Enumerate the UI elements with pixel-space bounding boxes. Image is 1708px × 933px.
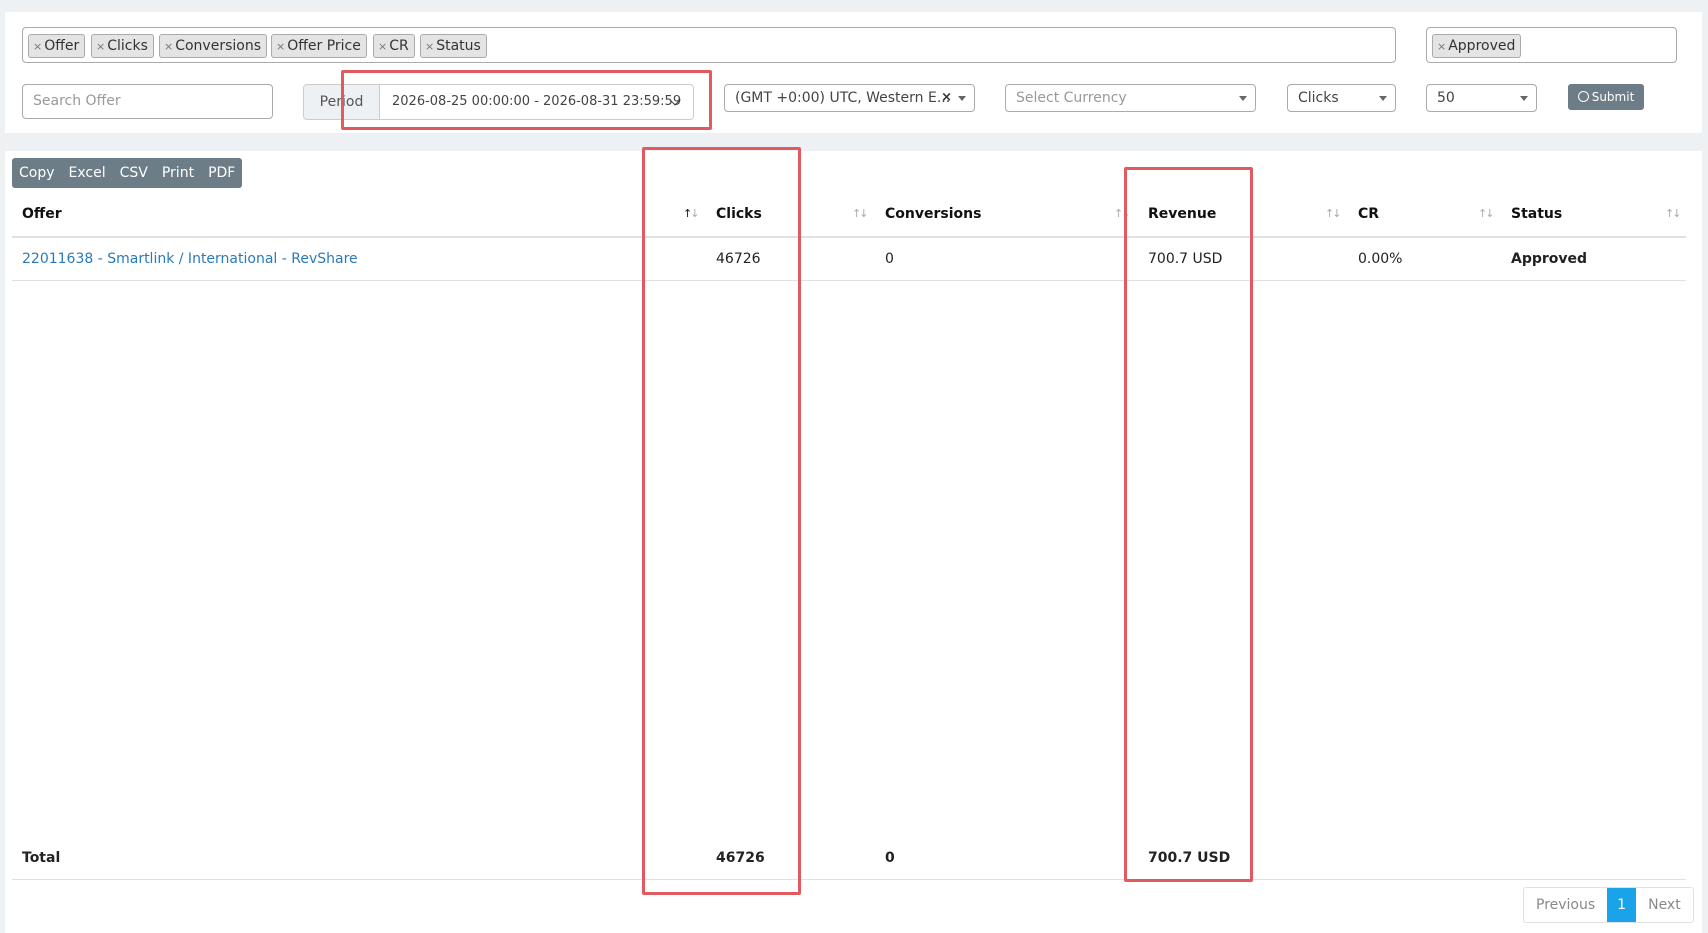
header-offer[interactable]: Offer (22, 206, 62, 222)
row-cr: 0.00% (1358, 251, 1403, 267)
page-1-button[interactable]: 1 (1607, 888, 1637, 922)
row-conversions: 0 (885, 251, 894, 267)
row-divider (12, 280, 1686, 281)
sort-icon[interactable]: ↑↓ (1325, 207, 1342, 220)
remove-icon[interactable]: × (425, 40, 434, 53)
status-multiselect[interactable]: × Approved (1426, 27, 1677, 63)
header-status[interactable]: Status (1511, 206, 1562, 222)
submit-button[interactable]: Submit (1568, 84, 1644, 110)
tag-approved[interactable]: × Approved (1432, 34, 1522, 58)
csv-button[interactable]: CSV (113, 158, 155, 188)
header-conversions[interactable]: Conversions (885, 206, 981, 222)
row-status: Approved (1511, 251, 1588, 267)
caret-down-icon (1520, 96, 1528, 101)
pagination: Previous 1 Next (1523, 887, 1694, 923)
caret-down-icon (1239, 96, 1247, 101)
sort-by-select[interactable]: Clicks (1287, 84, 1396, 112)
caret-down-icon (958, 96, 966, 101)
search-offer-input[interactable]: Search Offer (22, 84, 273, 119)
report-panel (5, 151, 1702, 933)
tag-cr[interactable]: × CR (373, 34, 415, 58)
page-size-select[interactable]: 50 (1426, 84, 1537, 112)
top-strip (0, 0, 1708, 12)
tag-status[interactable]: × Status (420, 34, 487, 58)
highlight-period (341, 70, 712, 130)
tag-offer[interactable]: × Offer (28, 34, 86, 58)
footer-divider (12, 879, 1686, 880)
caret-down-icon (1379, 96, 1387, 101)
remove-icon[interactable]: × (1437, 40, 1446, 53)
offer-link[interactable]: 22011638 - Smartlink / International - R… (22, 251, 358, 267)
remove-icon[interactable]: × (276, 40, 285, 53)
total-label: Total (22, 850, 61, 866)
previous-page-button[interactable]: Previous (1524, 888, 1607, 922)
sort-icon[interactable]: ↑↓ (1478, 207, 1495, 220)
timezone-select[interactable]: (GMT +0:00) UTC, Western E... × (724, 84, 975, 112)
currency-select[interactable]: Select Currency (1005, 84, 1256, 112)
sort-icon[interactable]: ↑↓ (852, 207, 869, 220)
pdf-button[interactable]: PDF (201, 158, 242, 188)
sort-icon[interactable]: ↑↓ (1665, 207, 1682, 220)
columns-multiselect[interactable]: × Offer × Clicks × Conversions × Offer Price… (22, 27, 1396, 63)
circle-arrow-icon (1577, 91, 1589, 102)
total-conversions: 0 (885, 850, 895, 866)
tag-conversions[interactable]: × Conversions (159, 34, 268, 58)
excel-button[interactable]: Excel (62, 158, 113, 188)
header-divider (12, 236, 1686, 238)
highlight-revenue-column (1124, 167, 1253, 882)
remove-icon[interactable]: × (164, 40, 173, 53)
next-page-button[interactable]: Next (1636, 888, 1693, 922)
export-button-group: Copy Excel CSV Print PDF (12, 158, 243, 188)
header-cr[interactable]: CR (1358, 206, 1379, 222)
clear-icon[interactable]: × (941, 85, 952, 111)
copy-button[interactable]: Copy (12, 158, 62, 188)
tag-clicks[interactable]: × Clicks (91, 34, 154, 58)
remove-icon[interactable]: × (33, 40, 42, 53)
print-button[interactable]: Print (155, 158, 201, 188)
remove-icon[interactable]: × (96, 40, 105, 53)
tag-offer-price[interactable]: × Offer Price (271, 34, 367, 58)
highlight-clicks-column (642, 147, 801, 895)
remove-icon[interactable]: × (378, 40, 387, 53)
